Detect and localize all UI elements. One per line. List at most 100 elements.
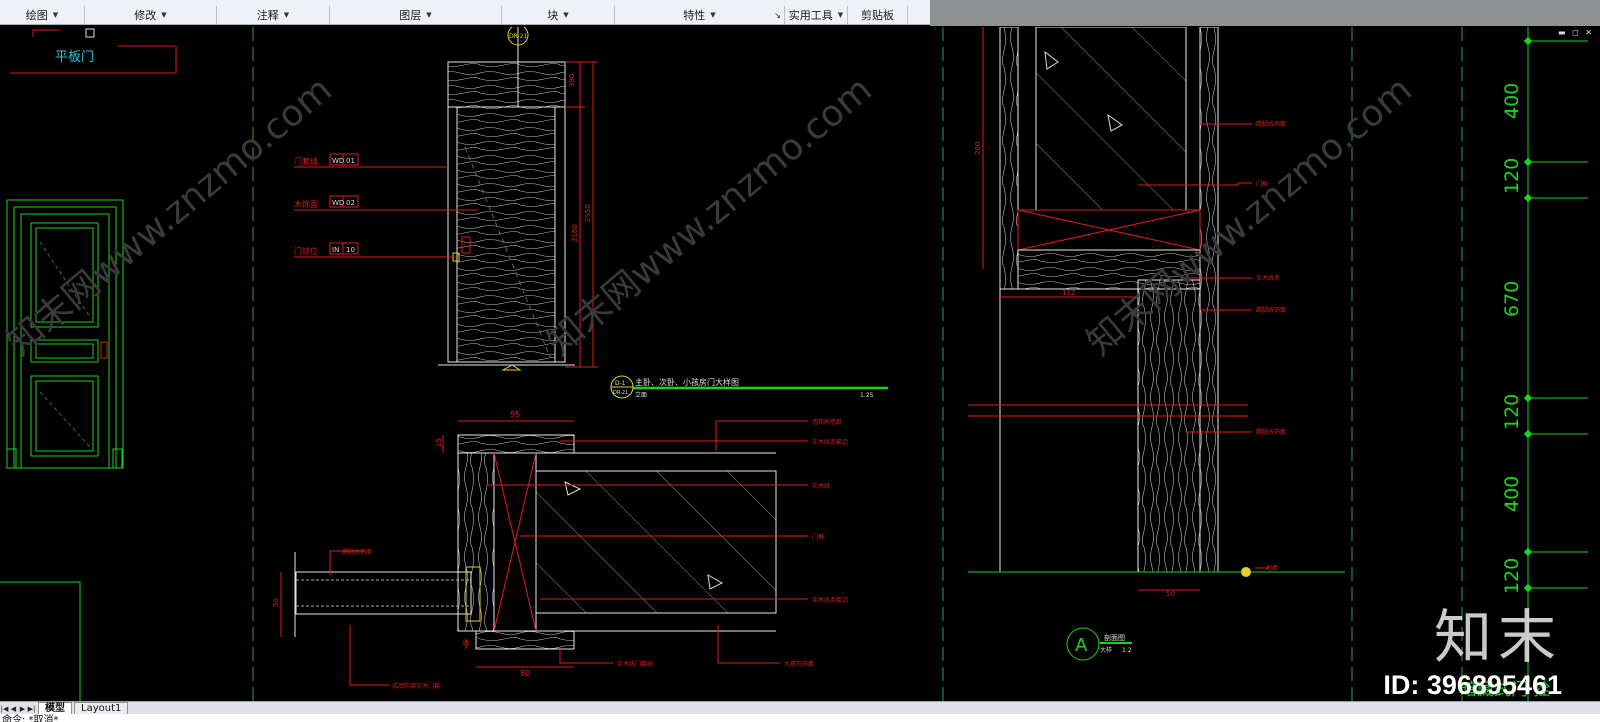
last-tab-icon[interactable]: ▶| (27, 705, 36, 713)
panel-layers-label: 图层 (399, 9, 422, 22)
panel-block-label: 块 (547, 9, 559, 22)
plan-note: 成品防腐实木门套 (392, 682, 440, 690)
panel-clipboard[interactable]: 剪贴板 (848, 6, 908, 24)
ribbon-empty-area (930, 0, 1600, 26)
title-scale: 1:25 (860, 392, 874, 399)
brand-id: ID: 396895461 (1383, 670, 1562, 700)
panel-properties[interactable]: 特性 ▼ ↘ (615, 6, 785, 24)
plan-note: 踢脚线饰面 (342, 548, 372, 556)
watermark-text: 知末网www.znzmo.com (0, 69, 340, 364)
plan-note: 实木线门套线 (617, 660, 653, 668)
plan-note: 实木线条套边 (812, 596, 848, 604)
plan-dim-95: 95 (510, 410, 520, 419)
command-line[interactable]: 命令: *取消* (0, 714, 1600, 722)
first-tab-icon[interactable]: |◀ (0, 705, 9, 713)
section-note: 地面 (1266, 564, 1278, 572)
section-note: 踢脚线饰面 (1256, 306, 1286, 314)
panel-block[interactable]: 块 ▼ (502, 6, 615, 24)
tag-name: 门锁位 (294, 246, 318, 256)
section-note: 踢脚线饰面 (1256, 428, 1286, 436)
panel-modify-label: 修改 (134, 9, 157, 22)
brand-logo: 知末 (1433, 603, 1562, 671)
plan-dim-15a: 15 (435, 438, 443, 447)
tag-1: 门套线 WD 01 (294, 153, 448, 168)
plan-detail (294, 434, 777, 650)
panel-utilities-label: 实用工具 (788, 9, 833, 22)
right-dim-120a: 120 (1501, 158, 1523, 194)
section-symbol: A 剖面图 大样 1:2 (1066, 627, 1132, 661)
plan-dims (280, 420, 574, 668)
tag-num: 10 (346, 246, 355, 254)
section-symbol-letter: A (1075, 635, 1088, 656)
plan-note: 门框 (812, 533, 824, 541)
section-dim-112: 112 (1062, 289, 1075, 297)
right-dim-400a: 400 (1501, 83, 1523, 119)
plan-dim-15b: 15 (462, 640, 470, 647)
right-dim-400b: 400 (1501, 476, 1523, 512)
door-type-label: 平板门 (55, 50, 94, 65)
center-lines (252, 27, 1463, 701)
plan-note: 墙布刷墙纸 (812, 418, 842, 426)
section-symbol-scale-label: 大样 (1100, 646, 1112, 654)
panel-clipboard-label: 剪贴板 (861, 9, 894, 22)
panel-annotate-label: 注释 (256, 9, 279, 22)
title-block: D-1 DR-21 主卧、次卧、小孩房门大样图 立面 1:25 (610, 375, 888, 399)
right-dim-670: 670 (1501, 281, 1523, 317)
plan-dim-80: 80 (520, 669, 530, 678)
panel-draw[interactable]: 绘图 ▼ (0, 6, 85, 24)
section-note: 实木线条 (1256, 274, 1280, 282)
section-symbol-scale: 1:2 (1122, 647, 1132, 654)
tag-3: 门锁位 IN 10 (294, 242, 455, 258)
title-sheet: DR-21 (613, 390, 628, 396)
plan-note: 大理石饰面 (784, 660, 814, 668)
tag-name: 木饰面 (294, 199, 318, 209)
brand-watermark: 知末 ID: 396895461 (1383, 590, 1562, 701)
dim-2160: 2160 (571, 224, 579, 242)
right-dim-120b: 120 (1501, 394, 1523, 430)
panel-properties-label: 特性 (683, 9, 706, 22)
right-dim-120c: 120 (1501, 558, 1523, 594)
tag-2: 木饰面 WD 02 (294, 195, 478, 211)
door-elevation: DR-21 (438, 27, 575, 371)
left-border-line (0, 581, 81, 701)
section-dim-50: 50 (1166, 590, 1175, 598)
section-dim-200: 200 (974, 142, 982, 155)
plan-note: 实木线 (812, 482, 830, 490)
door-type-box: 平板门 (10, 28, 177, 74)
panel-layers[interactable]: 图层 ▼ (330, 6, 502, 24)
tag-name: 门套线 (294, 156, 318, 166)
section-note: 踢脚线饰面 (1256, 120, 1286, 128)
tag-code: WD (332, 157, 344, 165)
chevron-down-icon: ▼ (426, 11, 432, 19)
tag-code: IN (332, 246, 339, 254)
dialog-launcher-icon[interactable]: ↘ (774, 11, 781, 20)
panel-modify[interactable]: 修改 ▼ (85, 6, 217, 24)
chevron-down-icon: ▼ (161, 11, 167, 19)
tag-num: 02 (346, 199, 355, 207)
next-tab-icon[interactable]: ▶ (18, 705, 27, 713)
chevron-down-icon: ▼ (52, 11, 59, 19)
drawing-canvas[interactable]: 平板门 DR-21 390 2550 2160 门套线 WD 01 木饰面 WD… (0, 27, 1600, 701)
panel-utilities[interactable]: 实用工具 ▼ (785, 6, 848, 24)
chevron-down-icon: ▼ (563, 11, 569, 19)
tag-code: WD (332, 199, 344, 207)
viewport-window-controls[interactable]: ▬ ◻ ✕ (1558, 28, 1594, 37)
plan-note: 实木线条套边 (812, 438, 848, 446)
layout-tab-bar: |◀ ◀ ▶ ▶| 模型 Layout1 (0, 701, 1600, 715)
dim-390: 390 (568, 74, 576, 87)
dim-2550: 2550 (584, 204, 592, 222)
chevron-down-icon: ▼ (837, 11, 844, 19)
cad-drawing: 平板门 DR-21 390 2550 2160 门套线 WD 01 木饰面 WD… (0, 27, 1588, 701)
plan-dim-50: 50 (272, 598, 280, 607)
tag-num: 01 (346, 157, 355, 165)
detail-symbol-top: DR-21 (509, 33, 528, 40)
title-ref: D-1 (615, 380, 626, 387)
chevron-down-icon: ▼ (710, 11, 716, 19)
panel-draw-label: 绘图 (25, 9, 48, 22)
prev-tab-icon[interactable]: ◀ (9, 705, 18, 713)
title-scale-label: 立面 (635, 391, 647, 399)
chevron-down-icon: ▼ (283, 11, 290, 19)
panel-annotate[interactable]: 注释 ▼ (217, 6, 330, 24)
section-symbol-title: 剖面图 (1104, 633, 1125, 642)
title-text: 主卧、次卧、小孩房门大样图 (635, 377, 739, 387)
